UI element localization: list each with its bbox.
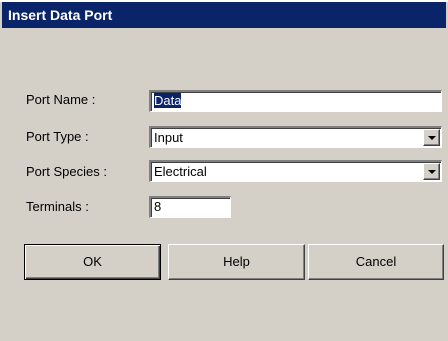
port-type-label: Port Type : xyxy=(26,129,89,144)
cancel-button[interactable]: Cancel xyxy=(308,244,444,280)
chevron-down-icon xyxy=(428,136,436,140)
ok-button[interactable]: OK xyxy=(24,244,161,280)
terminals-label: Terminals : xyxy=(26,199,89,214)
port-name-input[interactable]: Data xyxy=(149,90,442,112)
terminals-value: 8 xyxy=(154,199,162,214)
port-type-value: Input xyxy=(154,130,183,145)
port-species-dropdown-button[interactable] xyxy=(423,163,440,180)
port-species-label: Port Species : xyxy=(26,164,107,179)
port-name-label: Port Name : xyxy=(26,92,96,107)
port-type-select[interactable]: Input xyxy=(149,126,442,148)
port-species-select[interactable]: Electrical xyxy=(149,160,442,182)
terminals-input[interactable]: 8 xyxy=(149,196,231,218)
help-button[interactable]: Help xyxy=(168,244,305,280)
chevron-down-icon xyxy=(428,170,436,174)
dialog-title-bar[interactable]: Insert Data Port xyxy=(2,2,446,28)
dialog-title: Insert Data Port xyxy=(8,7,113,23)
port-species-value: Electrical xyxy=(154,164,207,179)
port-name-value: Data xyxy=(154,93,182,108)
port-type-dropdown-button[interactable] xyxy=(423,129,440,146)
insert-data-port-dialog: Insert Data Port Port Name : Data Port T… xyxy=(0,0,448,341)
